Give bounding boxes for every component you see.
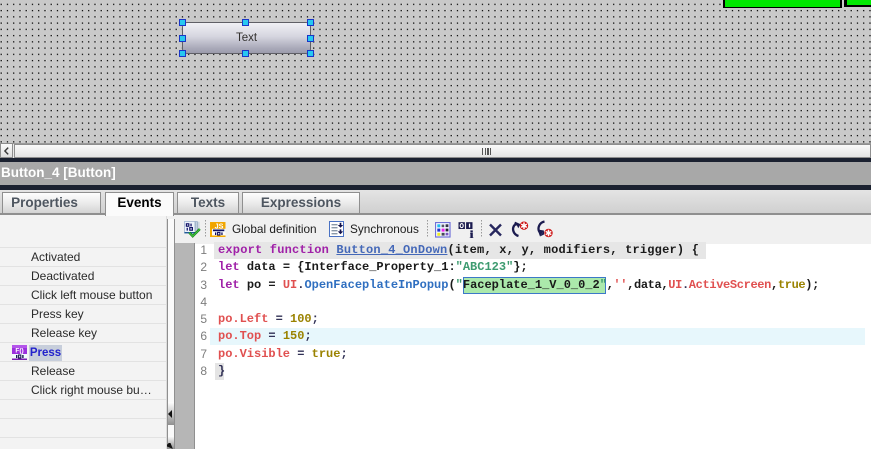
svg-text:JS: JS xyxy=(214,222,223,230)
svg-text:F(): F() xyxy=(15,347,23,354)
